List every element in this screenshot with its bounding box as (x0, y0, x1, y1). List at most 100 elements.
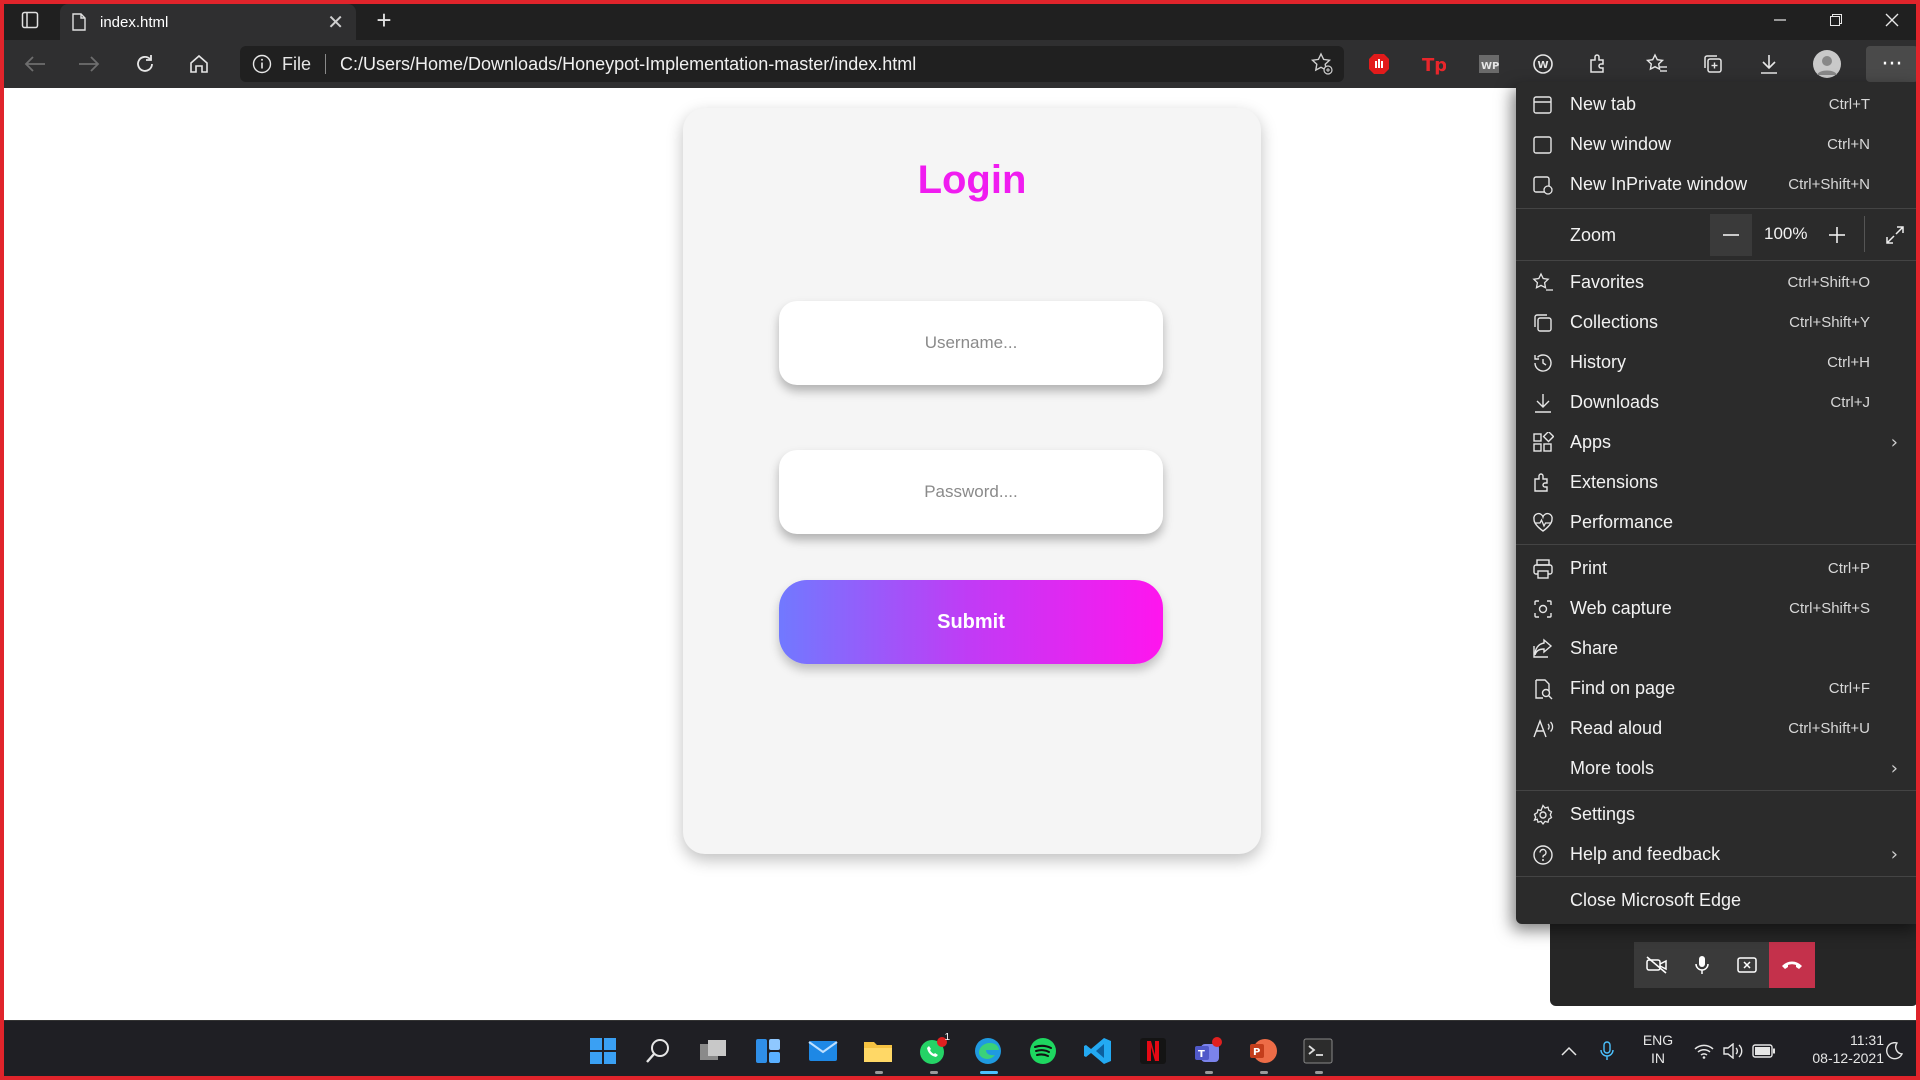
zoom-divider (1864, 216, 1865, 252)
refresh-button[interactable] (128, 48, 162, 80)
browser-tab[interactable]: index.html ✕ (60, 4, 356, 40)
battery-status[interactable] (1750, 1033, 1778, 1069)
back-button[interactable] (18, 48, 52, 80)
collections-icon[interactable] (1696, 48, 1730, 80)
file-explorer-button[interactable] (860, 1033, 896, 1069)
menu-settings[interactable]: Settings (1516, 794, 1920, 834)
edge-button[interactable] (970, 1033, 1006, 1069)
tab-title: index.html (100, 13, 169, 31)
clock[interactable]: 11:31 08-12-2021 (1784, 1031, 1884, 1067)
menu-print[interactable]: Print Ctrl+P (1516, 548, 1920, 588)
read-aloud-icon (1533, 719, 1554, 738)
microphone-button[interactable] (1679, 942, 1724, 988)
spotify-button[interactable] (1025, 1033, 1061, 1069)
menu-apps[interactable]: Apps › (1516, 422, 1920, 462)
menu-downloads[interactable]: Downloads Ctrl+J (1516, 382, 1920, 422)
microphone-icon (1600, 1041, 1614, 1060)
terminal-button[interactable] (1300, 1033, 1336, 1069)
zoom-in-button[interactable] (1816, 214, 1858, 256)
password-input[interactable] (779, 450, 1163, 534)
menu-favorites[interactable]: Favorites Ctrl+Shift+O (1516, 262, 1920, 302)
menu-collections[interactable]: Collections Ctrl+Shift+Y (1516, 302, 1920, 342)
menu-shortcut: Ctrl+Shift+U (1788, 719, 1870, 737)
whatsapp-button[interactable]: 1 (915, 1032, 951, 1069)
menu-divider (1516, 790, 1920, 791)
call-controls (1634, 942, 1816, 988)
menu-share[interactable]: Share (1516, 628, 1920, 668)
menu-more-tools[interactable]: More tools › (1516, 748, 1920, 788)
mail-icon (808, 1041, 838, 1061)
menu-web-capture[interactable]: Web capture Ctrl+Shift+S (1516, 588, 1920, 628)
tab-actions-button[interactable] (14, 6, 46, 34)
add-favorite-icon[interactable] (1310, 52, 1334, 80)
spotify-icon (1030, 1038, 1056, 1064)
close-window-button[interactable] (1864, 0, 1920, 40)
zoom-out-button[interactable] (1710, 214, 1752, 256)
menu-extensions[interactable]: Extensions (1516, 462, 1920, 502)
task-view-button[interactable] (695, 1033, 731, 1069)
mail-app-button[interactable] (805, 1033, 841, 1069)
tp-extension-icon[interactable]: Tp (1416, 48, 1450, 80)
forward-button[interactable] (72, 48, 106, 80)
minimize-button[interactable] (1752, 0, 1808, 40)
home-button[interactable] (182, 48, 216, 80)
menu-new-inprivate-window[interactable]: New InPrivate window Ctrl+Shift+N (1516, 164, 1920, 204)
gear-icon (1533, 804, 1553, 825)
start-button[interactable] (585, 1033, 621, 1069)
volume-status[interactable] (1720, 1033, 1748, 1069)
submit-button[interactable]: Submit (779, 580, 1163, 664)
netflix-button[interactable] (1135, 1033, 1171, 1069)
plus-icon (1829, 227, 1845, 243)
menu-shortcut: Ctrl+N (1827, 135, 1870, 153)
menu-new-tab[interactable]: New tab Ctrl+T (1516, 84, 1920, 124)
powerpoint-icon: P (1250, 1039, 1277, 1063)
info-icon[interactable] (252, 54, 272, 74)
url-text[interactable]: C:/Users/Home/Downloads/Honeypot-Impleme… (340, 54, 916, 75)
menu-new-window[interactable]: New window Ctrl+N (1516, 124, 1920, 164)
fullscreen-button[interactable] (1874, 214, 1916, 256)
extensions-icon[interactable] (1582, 48, 1616, 80)
wifi-status[interactable] (1690, 1033, 1718, 1069)
taskbar-search-button[interactable] (640, 1033, 676, 1069)
new-tab-button[interactable]: + (368, 4, 400, 36)
volume-icon (1723, 1043, 1743, 1059)
menu-label: Apps (1570, 431, 1612, 452)
menu-shortcut: Ctrl+F (1828, 679, 1870, 697)
settings-and-more-button[interactable]: ··· (1866, 46, 1918, 82)
favorites-icon[interactable] (1640, 48, 1674, 80)
menu-performance[interactable]: Performance (1516, 502, 1920, 542)
profile-avatar[interactable] (1810, 48, 1844, 80)
menu-read-aloud[interactable]: Read aloud Ctrl+Shift+U (1516, 708, 1920, 748)
wp-extension-icon[interactable]: WP (1472, 48, 1506, 80)
teams-button[interactable]: T (1190, 1033, 1226, 1069)
adblock-extension-icon[interactable] (1362, 48, 1396, 80)
w-extension-icon[interactable]: W (1526, 48, 1560, 80)
share-screen-button[interactable] (1724, 942, 1769, 988)
tab-close-icon[interactable]: ✕ (327, 10, 344, 34)
input-language[interactable]: ENG IN (1640, 1031, 1676, 1067)
back-arrow-icon (24, 56, 45, 72)
username-input[interactable] (779, 301, 1163, 385)
menu-close-microsoft-edge[interactable]: Close Microsoft Edge (1516, 880, 1920, 920)
menu-history[interactable]: History Ctrl+H (1516, 342, 1920, 382)
print-icon (1533, 559, 1553, 579)
notifications-button[interactable] (1880, 1033, 1908, 1069)
powerpoint-button[interactable]: P (1245, 1033, 1281, 1069)
zoom-level: 100% (1764, 224, 1808, 243)
task-view-icon (700, 1040, 726, 1060)
menu-help-and-feedback[interactable]: Help and feedback › (1516, 834, 1920, 874)
camera-off-button[interactable] (1634, 942, 1679, 988)
restore-button[interactable] (1808, 0, 1864, 40)
apps-icon (1533, 432, 1554, 452)
inprivate-icon (1533, 176, 1553, 195)
address-bar[interactable]: File C:/Users/Home/Downloads/Honeypot-Im… (240, 46, 1344, 82)
microphone-status[interactable] (1593, 1033, 1621, 1069)
site-info-label[interactable]: File (282, 54, 311, 75)
menu-label: Downloads (1570, 391, 1660, 412)
widgets-button[interactable] (750, 1033, 786, 1069)
vscode-button[interactable] (1080, 1033, 1116, 1069)
menu-find-on-page[interactable]: Find on page Ctrl+F (1516, 668, 1920, 708)
downloads-icon[interactable] (1752, 48, 1786, 80)
hang-up-button[interactable] (1769, 942, 1815, 988)
show-hidden-icons-button[interactable] (1555, 1033, 1583, 1069)
